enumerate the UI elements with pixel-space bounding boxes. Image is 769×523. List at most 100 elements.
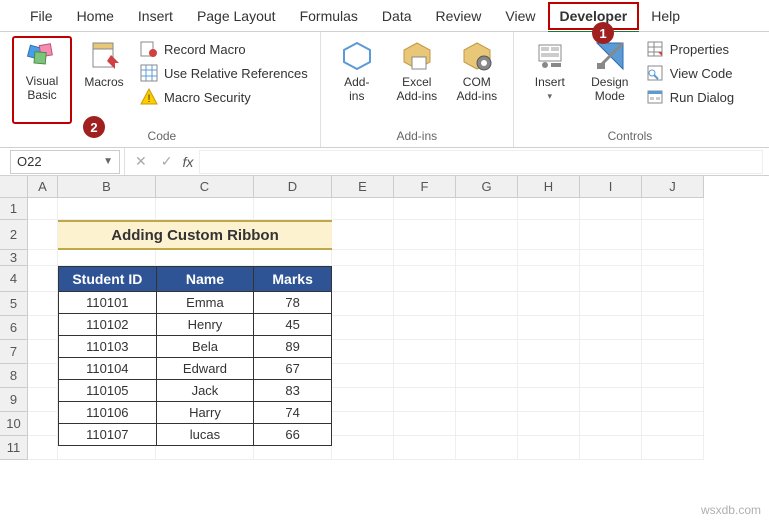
tab-help[interactable]: Help: [639, 2, 692, 30]
use-relative-refs-button[interactable]: Use Relative References: [136, 62, 312, 84]
column-header[interactable]: D: [254, 176, 332, 198]
row-header[interactable]: 9: [0, 388, 28, 412]
cell[interactable]: [28, 412, 58, 436]
cell[interactable]: [394, 220, 456, 250]
properties-button[interactable]: Properties: [642, 38, 738, 60]
cell[interactable]: [28, 316, 58, 340]
cell[interactable]: [518, 340, 580, 364]
column-header[interactable]: C: [156, 176, 254, 198]
table-cell[interactable]: Emma: [156, 292, 254, 314]
cell[interactable]: [28, 250, 58, 266]
cell[interactable]: [580, 266, 642, 292]
tab-page-layout[interactable]: Page Layout: [185, 2, 288, 30]
cell[interactable]: [642, 436, 704, 460]
cell[interactable]: [642, 250, 704, 266]
cell[interactable]: [394, 316, 456, 340]
cell[interactable]: [28, 436, 58, 460]
excel-addins-button[interactable]: Excel Add-ins: [389, 36, 445, 106]
cell[interactable]: [28, 198, 58, 220]
column-header[interactable]: H: [518, 176, 580, 198]
record-macro-button[interactable]: Record Macro: [136, 38, 312, 60]
column-header[interactable]: G: [456, 176, 518, 198]
cell[interactable]: [518, 292, 580, 316]
design-mode-button[interactable]: Design Mode: [582, 36, 638, 106]
insert-control-button[interactable]: Insert ▾: [522, 36, 578, 105]
cell[interactable]: [394, 364, 456, 388]
cell[interactable]: [394, 250, 456, 266]
row-header[interactable]: 7: [0, 340, 28, 364]
row-header[interactable]: 1: [0, 198, 28, 220]
cell[interactable]: [332, 364, 394, 388]
table-cell[interactable]: Bela: [156, 336, 254, 358]
enter-formula-icon[interactable]: ✓: [157, 153, 177, 170]
cell[interactable]: [580, 250, 642, 266]
table-header[interactable]: Student ID: [59, 267, 157, 292]
cell[interactable]: [518, 436, 580, 460]
row-header[interactable]: 6: [0, 316, 28, 340]
cell[interactable]: [28, 292, 58, 316]
cell[interactable]: [518, 198, 580, 220]
cell[interactable]: [518, 316, 580, 340]
cell[interactable]: [332, 316, 394, 340]
table-cell[interactable]: 83: [254, 380, 332, 402]
table-header[interactable]: Marks: [254, 267, 332, 292]
table-cell[interactable]: 110107: [59, 424, 157, 446]
cell[interactable]: [456, 436, 518, 460]
tab-view[interactable]: View: [493, 2, 547, 30]
cell[interactable]: [456, 412, 518, 436]
cell[interactable]: [580, 292, 642, 316]
cell[interactable]: [456, 266, 518, 292]
table-cell[interactable]: 45: [254, 314, 332, 336]
cell[interactable]: [456, 198, 518, 220]
column-header[interactable]: B: [58, 176, 156, 198]
cell[interactable]: [394, 340, 456, 364]
cell[interactable]: [28, 340, 58, 364]
row-header[interactable]: 11: [0, 436, 28, 460]
table-cell[interactable]: Edward: [156, 358, 254, 380]
cell[interactable]: [332, 266, 394, 292]
table-header[interactable]: Name: [156, 267, 254, 292]
table-cell[interactable]: 110106: [59, 402, 157, 424]
cell[interactable]: [394, 388, 456, 412]
column-header[interactable]: F: [394, 176, 456, 198]
cell[interactable]: [456, 220, 518, 250]
table-cell[interactable]: Jack: [156, 380, 254, 402]
cell[interactable]: [456, 316, 518, 340]
cell[interactable]: [254, 250, 332, 266]
cell[interactable]: [394, 412, 456, 436]
table-cell[interactable]: 89: [254, 336, 332, 358]
tab-insert[interactable]: Insert: [126, 2, 185, 30]
table-cell[interactable]: 74: [254, 402, 332, 424]
cell[interactable]: [28, 220, 58, 250]
cell[interactable]: [394, 292, 456, 316]
table-cell[interactable]: Harry: [156, 402, 254, 424]
row-header[interactable]: 4: [0, 266, 28, 292]
com-addins-button[interactable]: COM Add-ins: [449, 36, 505, 106]
cell[interactable]: [394, 436, 456, 460]
cancel-formula-icon[interactable]: ✕: [131, 153, 151, 170]
column-header[interactable]: J: [642, 176, 704, 198]
column-header[interactable]: E: [332, 176, 394, 198]
cell[interactable]: [332, 292, 394, 316]
cell[interactable]: [518, 250, 580, 266]
select-all-corner[interactable]: [0, 176, 28, 198]
cell[interactable]: [518, 220, 580, 250]
cell[interactable]: [642, 364, 704, 388]
cell[interactable]: [394, 266, 456, 292]
cell[interactable]: [580, 364, 642, 388]
table-cell[interactable]: 78: [254, 292, 332, 314]
cell[interactable]: [394, 198, 456, 220]
table-cell[interactable]: 110101: [59, 292, 157, 314]
cell[interactable]: [58, 250, 156, 266]
column-header[interactable]: A: [28, 176, 58, 198]
row-header[interactable]: 3: [0, 250, 28, 266]
cell[interactable]: [580, 436, 642, 460]
tab-file[interactable]: File: [18, 2, 65, 30]
cell[interactable]: [580, 340, 642, 364]
cell[interactable]: [332, 198, 394, 220]
cell[interactable]: [642, 198, 704, 220]
cell[interactable]: [518, 364, 580, 388]
cell[interactable]: [456, 340, 518, 364]
cell[interactable]: [642, 388, 704, 412]
cell[interactable]: [580, 388, 642, 412]
